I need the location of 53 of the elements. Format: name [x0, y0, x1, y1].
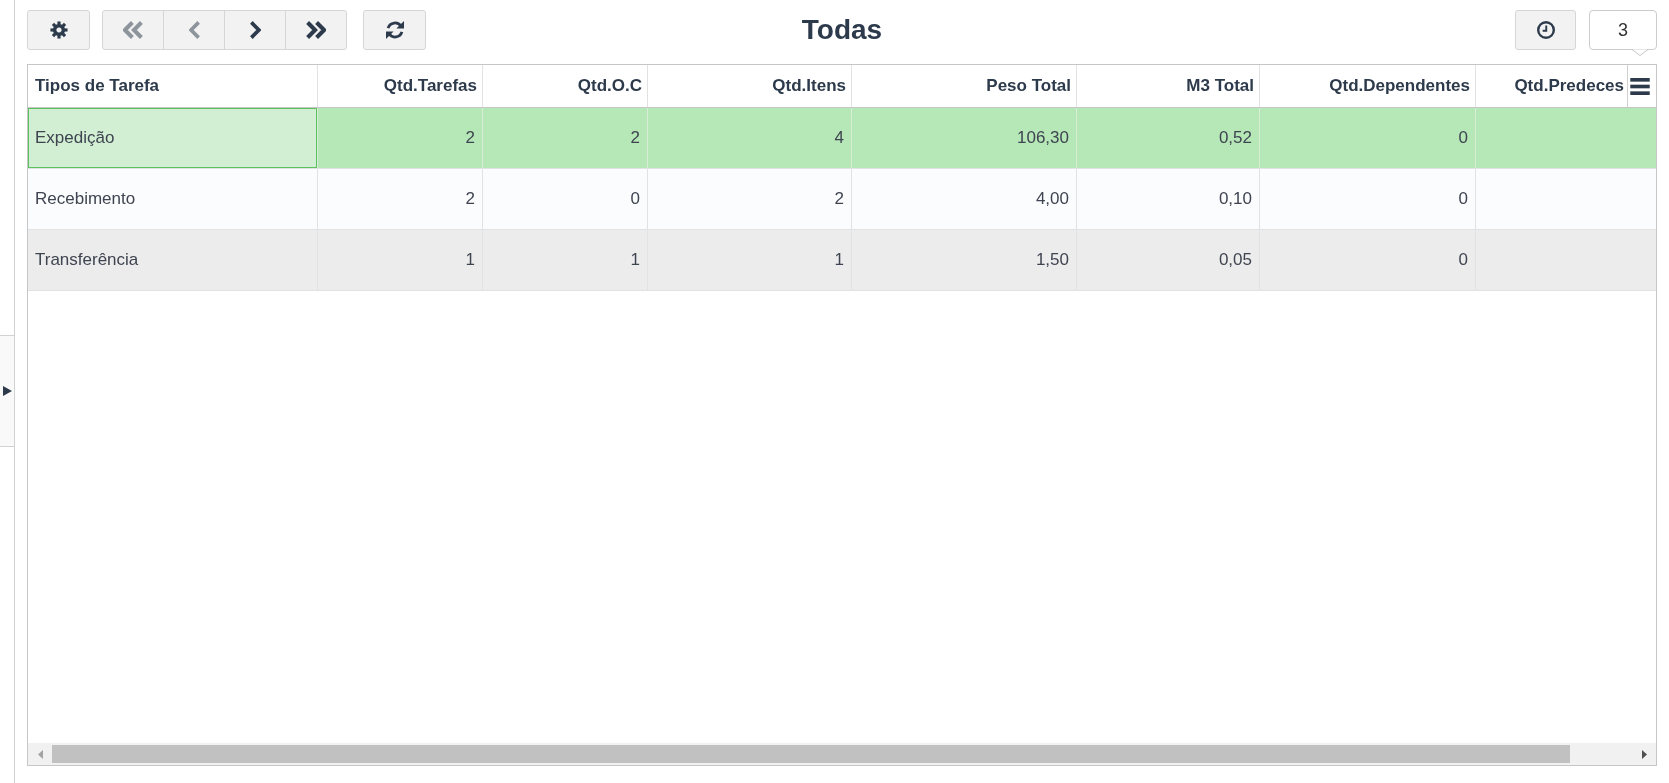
table-cell: 0 — [1260, 108, 1476, 168]
table-cell: 1 — [648, 230, 852, 290]
table-cell: 1 — [318, 230, 483, 290]
table-cell: 0,52 — [1077, 108, 1260, 168]
clock-button[interactable] — [1515, 10, 1576, 50]
table-cell: 2 — [318, 169, 483, 229]
settings-button[interactable] — [27, 10, 90, 50]
column-header[interactable]: Tipos de Tarefa — [28, 65, 318, 107]
triangle-left-icon — [37, 749, 43, 759]
table-cell: 0,05 — [1077, 230, 1260, 290]
table-cell: 1,50 — [852, 230, 1077, 290]
table-cell: 106,30 — [852, 108, 1077, 168]
table-cell: 0,10 — [1077, 169, 1260, 229]
last-page-button[interactable] — [285, 10, 347, 50]
next-page-button[interactable] — [224, 10, 286, 50]
table-cell: 2 — [318, 108, 483, 168]
settings-icon — [49, 21, 68, 39]
table-row[interactable]: Transferência 1 1 1 1,50 0,05 0 — [28, 230, 1656, 291]
table-cell: 0 — [1260, 169, 1476, 229]
sidebar-toggle[interactable] — [0, 334, 14, 447]
clock-icon — [1536, 21, 1555, 39]
scrollbar-thumb[interactable] — [52, 745, 1570, 763]
table-cell: Expedição — [28, 108, 318, 168]
popover-caret-icon — [1632, 49, 1648, 56]
refresh-button[interactable] — [363, 10, 426, 50]
count-popover: 3 — [1589, 10, 1657, 50]
menu-icon — [1630, 77, 1650, 95]
triangle-right-icon — [1641, 749, 1647, 759]
column-header[interactable]: Qtd.Itens — [648, 65, 852, 107]
table-row[interactable]: Expedição 2 2 4 106,30 0,52 0 — [28, 108, 1656, 169]
chevron-left-icon — [188, 21, 200, 39]
horizontal-scrollbar[interactable] — [28, 743, 1656, 765]
column-header[interactable]: Qtd.O.C — [483, 65, 648, 107]
table-cell: 4 — [648, 108, 852, 168]
table-cell: Recebimento — [28, 169, 318, 229]
table-cell: 0 — [483, 169, 648, 229]
table-cell: Transferência — [28, 230, 318, 290]
column-header[interactable]: Qtd.Dependentes — [1260, 65, 1476, 107]
refresh-icon — [385, 21, 404, 39]
table-cell: 4,00 — [852, 169, 1077, 229]
table-row[interactable]: Recebimento 2 0 2 4,00 0,10 0 — [28, 169, 1656, 230]
page-title: Todas — [801, 14, 883, 46]
column-header[interactable]: Qtd.Tarefas — [318, 65, 483, 107]
chevron-right-icon — [249, 21, 261, 39]
column-header[interactable]: Qtd.Predeces — [1476, 65, 1627, 107]
table-cell: 2 — [483, 108, 648, 168]
double-chevron-left-icon — [123, 21, 143, 39]
table-cell: 1 — [483, 230, 648, 290]
table-cell: 2 — [648, 169, 852, 229]
double-chevron-right-icon — [306, 21, 326, 39]
column-header[interactable]: M3 Total — [1077, 65, 1260, 107]
table-cell: 0 — [1260, 230, 1476, 290]
column-header[interactable]: Peso Total — [852, 65, 1077, 107]
